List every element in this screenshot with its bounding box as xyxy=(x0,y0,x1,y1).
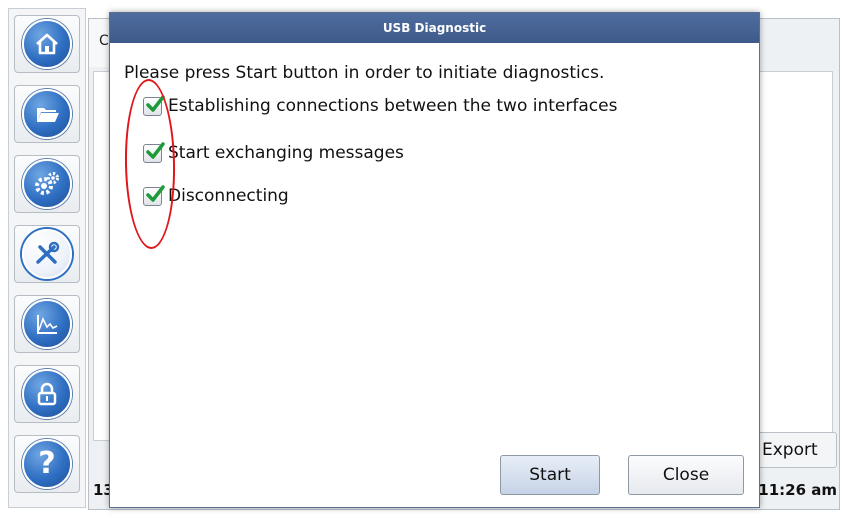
status-time: 11:26 am xyxy=(758,481,837,499)
dialog-title: USB Diagnostic xyxy=(110,13,759,43)
usb-diagnostic-dialog: USB Diagnostic Please press Start button… xyxy=(109,12,760,508)
step-2-label: Start exchanging messages xyxy=(168,143,404,163)
export-button[interactable]: Export xyxy=(749,432,837,468)
chart-button[interactable] xyxy=(14,295,80,353)
lock-icon xyxy=(22,369,72,419)
help-button[interactable]: ? xyxy=(14,435,80,493)
folder-button[interactable] xyxy=(14,85,80,143)
lock-button[interactable] xyxy=(14,365,80,423)
home-icon xyxy=(22,19,72,69)
left-toolbar: ? xyxy=(8,8,86,508)
home-button[interactable] xyxy=(14,15,80,73)
help-icon: ? xyxy=(22,439,72,489)
step-3-label: Disconnecting xyxy=(168,186,289,206)
settings-button[interactable] xyxy=(14,155,80,213)
start-button[interactable]: Start xyxy=(500,455,600,495)
step-row-1[interactable]: Establishing connections between the two… xyxy=(143,94,618,116)
gears-icon xyxy=(22,159,72,209)
step-row-2[interactable]: Start exchanging messages xyxy=(143,141,404,163)
close-button[interactable]: Close xyxy=(628,455,744,495)
tools-button[interactable] xyxy=(14,225,80,283)
dialog-intro-text: Please press Start button in order to in… xyxy=(124,63,605,83)
folder-icon xyxy=(22,89,72,139)
step-1-label: Establishing connections between the two… xyxy=(168,96,618,116)
tools-icon xyxy=(22,229,72,279)
chart-icon xyxy=(22,299,72,349)
